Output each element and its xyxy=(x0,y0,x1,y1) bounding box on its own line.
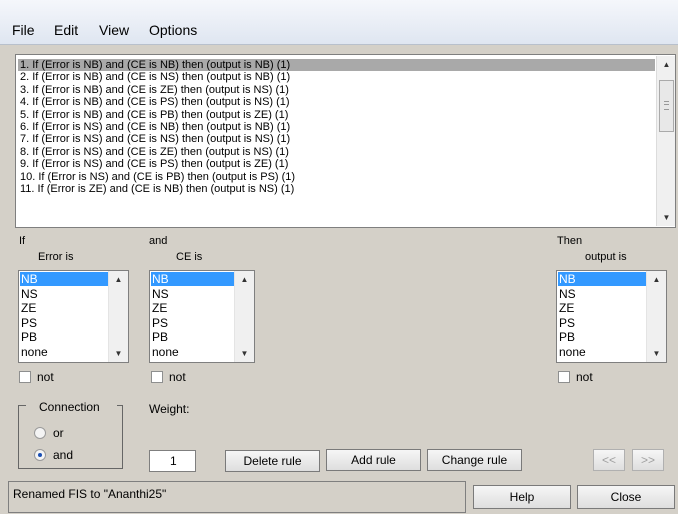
prev-button[interactable]: << xyxy=(593,449,625,471)
rule-list[interactable]: 1. If (Error is NB) and (CE is NB) then … xyxy=(15,54,676,228)
weight-input[interactable]: 1 xyxy=(149,450,196,472)
output-mf-option[interactable]: NS xyxy=(559,287,576,301)
and-radio[interactable] xyxy=(34,449,46,461)
rule-item[interactable]: 9. If (Error is NS) and (CE is PS) then … xyxy=(20,158,288,170)
rule-item[interactable]: 3. If (Error is NB) and (CE is ZE) then … xyxy=(20,84,289,96)
output-not-checkbox[interactable] xyxy=(558,371,570,383)
error-label: Error is xyxy=(38,251,74,263)
output-not-label: not xyxy=(576,370,593,384)
rule-item[interactable]: 10. If (Error is NS) and (CE is PB) then… xyxy=(20,171,295,183)
ce-mf-option[interactable]: none xyxy=(152,345,179,359)
output-label: output is xyxy=(585,251,627,263)
error-not-checkbox[interactable] xyxy=(19,371,31,383)
error-mf-option[interactable]: NS xyxy=(21,287,38,301)
rule-item[interactable]: 4. If (Error is NB) and (CE is PS) then … xyxy=(20,96,290,108)
rule-item[interactable]: 11. If (Error is ZE) and (CE is NB) then… xyxy=(20,183,294,195)
connection-title: Connection xyxy=(36,400,103,414)
error-mf-option[interactable]: ZE xyxy=(21,301,36,315)
output-listbox-scrollbar[interactable]: ▲ ▼ xyxy=(646,271,666,362)
output-mf-option[interactable]: ZE xyxy=(559,301,574,315)
scroll-up-icon[interactable]: ▲ xyxy=(657,60,675,69)
rule-item[interactable]: 2. If (Error is NB) and (CE is NS) then … xyxy=(20,71,290,83)
error-mf-listbox[interactable]: NB NS ZE PS PB none ▲ ▼ xyxy=(18,270,129,363)
ce-not-label: not xyxy=(169,370,186,384)
rule-item[interactable]: 5. If (Error is NB) and (CE is PB) then … xyxy=(20,109,288,121)
change-rule-button[interactable]: Change rule xyxy=(427,449,522,471)
scroll-down-icon[interactable]: ▼ xyxy=(647,349,666,358)
scroll-down-icon[interactable]: ▼ xyxy=(235,349,254,358)
ce-mf-option[interactable]: NS xyxy=(152,287,169,301)
menu-bar: File Edit View Options xyxy=(0,0,678,45)
then-label: Then xyxy=(557,235,583,247)
error-mf-option[interactable]: PS xyxy=(21,316,37,330)
status-text: Renamed FIS to "Ananthi25" xyxy=(13,487,167,501)
scroll-up-icon[interactable]: ▲ xyxy=(647,275,666,284)
output-mf-option[interactable]: none xyxy=(559,345,586,359)
ce-mf-listbox[interactable]: NB NS ZE PS PB none ▲ ▼ xyxy=(149,270,255,363)
add-rule-button[interactable]: Add rule xyxy=(326,449,421,471)
output-mf-listbox[interactable]: NB NS ZE PS PB none ▲ ▼ xyxy=(556,270,667,363)
or-radio-label: or xyxy=(53,426,64,440)
close-button[interactable]: Close xyxy=(577,485,675,509)
error-mf-option[interactable]: NB xyxy=(20,272,108,286)
ce-mf-option[interactable]: PB xyxy=(152,330,168,344)
scroll-up-icon[interactable]: ▲ xyxy=(235,275,254,284)
ce-mf-option[interactable]: NB xyxy=(151,272,234,286)
ce-mf-option[interactable]: PS xyxy=(152,316,168,330)
rule-list-scrollbar[interactable]: ▲ ▼ xyxy=(656,56,675,226)
ce-listbox-scrollbar[interactable]: ▲ ▼ xyxy=(234,271,254,362)
rule-item[interactable]: 1. If (Error is NB) and (CE is NB) then … xyxy=(18,59,655,72)
error-mf-option[interactable]: none xyxy=(21,345,48,359)
and-label: and xyxy=(149,235,168,247)
help-button[interactable]: Help xyxy=(473,485,571,509)
output-mf-option[interactable]: PB xyxy=(559,330,575,344)
next-button[interactable]: >> xyxy=(632,449,664,471)
output-mf-option[interactable]: PS xyxy=(559,316,575,330)
error-not-label: not xyxy=(37,370,54,384)
ce-not-checkbox[interactable] xyxy=(151,371,163,383)
rule-item[interactable]: 7. If (Error is NS) and (CE is NS) then … xyxy=(20,133,290,145)
scroll-down-icon[interactable]: ▼ xyxy=(657,213,675,222)
status-bar: Renamed FIS to "Ananthi25" xyxy=(8,481,466,513)
delete-rule-button[interactable]: Delete rule xyxy=(225,450,320,472)
ce-label: CE is xyxy=(176,251,203,263)
if-label: If xyxy=(19,235,26,247)
weight-label: Weight: xyxy=(149,402,190,416)
scroll-thumb[interactable] xyxy=(659,80,674,132)
ce-mf-option[interactable]: ZE xyxy=(152,301,167,315)
error-listbox-scrollbar[interactable]: ▲ ▼ xyxy=(108,271,128,362)
menu-edit[interactable]: Edit xyxy=(54,22,78,38)
error-mf-option[interactable]: PB xyxy=(21,330,37,344)
rule-item[interactable]: 6. If (Error is NS) and (CE is NB) then … xyxy=(20,121,290,133)
menu-view[interactable]: View xyxy=(99,22,129,38)
output-mf-option[interactable]: NB xyxy=(558,272,646,286)
menu-options[interactable]: Options xyxy=(149,22,197,38)
menu-file[interactable]: File xyxy=(12,22,35,38)
rule-item[interactable]: 8. If (Error is NS) and (CE is ZE) then … xyxy=(20,146,289,158)
scroll-up-icon[interactable]: ▲ xyxy=(109,275,128,284)
or-radio[interactable] xyxy=(34,427,46,439)
and-radio-label: and xyxy=(53,448,74,462)
scroll-down-icon[interactable]: ▼ xyxy=(109,349,128,358)
